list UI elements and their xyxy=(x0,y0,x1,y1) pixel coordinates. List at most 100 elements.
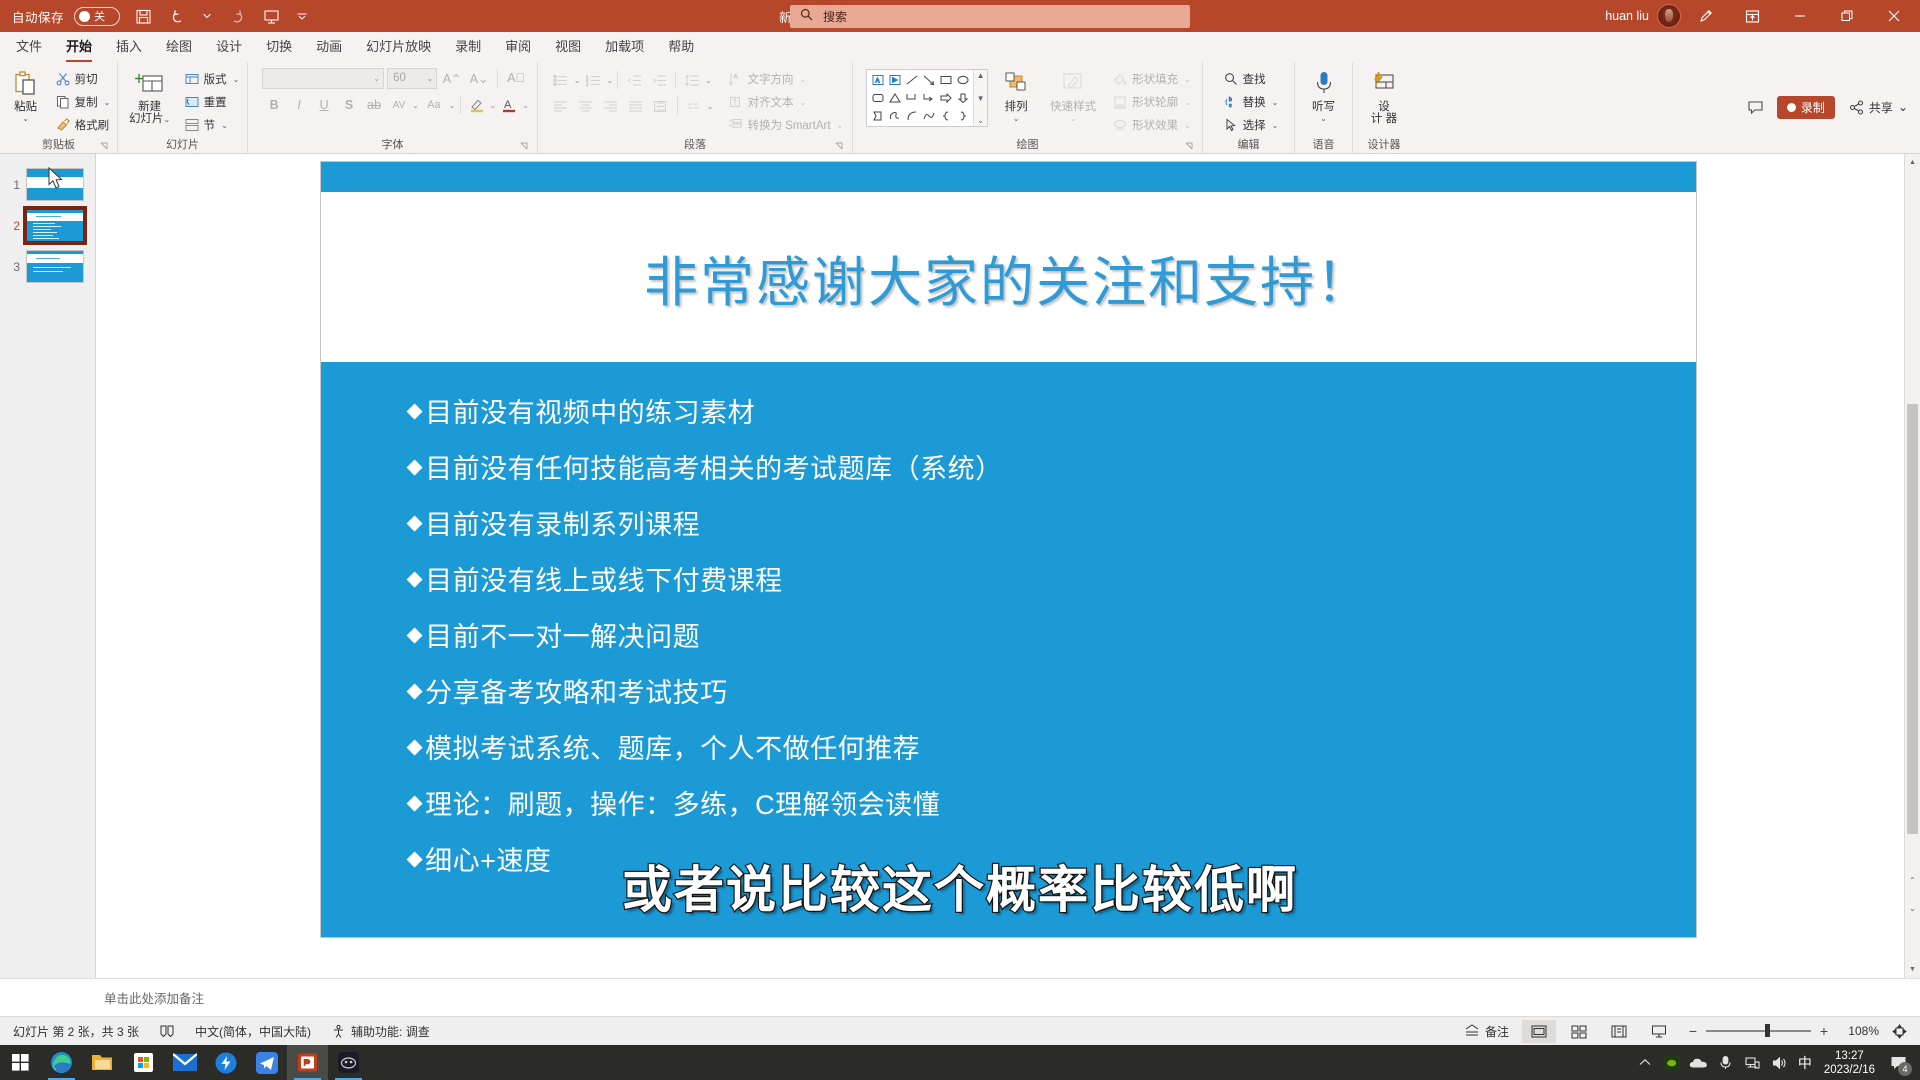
telegram-icon[interactable] xyxy=(246,1045,287,1080)
clipboard-dialog-launcher[interactable] xyxy=(100,142,110,152)
save-icon[interactable] xyxy=(130,3,156,29)
bullets-caret-icon[interactable]: ⌄ xyxy=(574,76,581,85)
share-button[interactable]: 共享 ⌄ xyxy=(1843,96,1914,119)
normal-view-button[interactable] xyxy=(1522,1019,1556,1043)
align-center-button[interactable] xyxy=(574,95,598,117)
shape-pentagon-icon[interactable] xyxy=(869,107,886,125)
quick-styles-button[interactable]: 快速样式 ⌄ xyxy=(1044,67,1102,124)
replace-button[interactable]: bc 替换 ⌄ xyxy=(1219,91,1283,113)
pen-icon[interactable] xyxy=(1683,0,1728,32)
increase-font-size-button[interactable]: A⌃ xyxy=(440,67,464,89)
language-status[interactable]: 中文(简体，中国大陆) xyxy=(188,1020,318,1043)
clock[interactable]: 13:27 2023/2/16 xyxy=(1818,1049,1881,1077)
notes-button[interactable]: 备注 xyxy=(1457,1020,1516,1043)
customize-quick-access-icon[interactable] xyxy=(294,3,310,29)
slide-sorter-view-button[interactable] xyxy=(1562,1020,1596,1043)
character-spacing-caret-icon[interactable]: ⌄ xyxy=(412,101,419,110)
spellcheck-icon[interactable] xyxy=(152,1020,182,1043)
tab-addins[interactable]: 加载项 xyxy=(593,34,656,62)
increase-indent-button[interactable] xyxy=(647,69,671,91)
smartart-caret-icon[interactable]: ⌄ xyxy=(837,121,844,130)
arrange-caret-icon[interactable]: ⌄ xyxy=(1013,115,1020,123)
shape-oval-icon[interactable] xyxy=(954,71,971,89)
zoom-level[interactable]: 108% xyxy=(1841,1024,1879,1038)
notification-center-icon[interactable]: 4 xyxy=(1884,1045,1912,1080)
font-size-caret-icon[interactable]: ⌄ xyxy=(426,74,433,83)
shape-elbow-arrow-icon[interactable] xyxy=(920,89,937,107)
convert-to-smartart-button[interactable]: 转换为 SmartArt ⌄ xyxy=(723,114,847,136)
tab-draw[interactable]: 绘图 xyxy=(154,34,204,62)
format-painter-button[interactable]: 格式刷 xyxy=(51,114,115,136)
fit-to-window-button[interactable] xyxy=(1885,1020,1914,1043)
zoom-track[interactable] xyxy=(1706,1024,1811,1038)
shape-curve-icon[interactable] xyxy=(920,107,937,125)
shape-textbox-icon[interactable]: A xyxy=(869,71,886,89)
tab-review[interactable]: 审阅 xyxy=(493,34,543,62)
new-slide-button[interactable]: 新建 幻灯片⌄ xyxy=(122,67,178,127)
close-button[interactable] xyxy=(1871,0,1916,32)
shape-line-icon[interactable] xyxy=(903,71,920,89)
shapes-scroll-up-icon[interactable]: ▲ xyxy=(977,71,985,80)
slide-editing-area[interactable]: 非常感谢大家的关注和支持！ ◆ 目前没有视频中的练习素材 ◆ 目前没有任何技能高考相… xyxy=(320,162,1696,937)
copy-button[interactable]: 复制 ⌄ xyxy=(51,91,115,113)
undo-icon[interactable] xyxy=(166,3,192,29)
font-dialog-launcher[interactable] xyxy=(520,142,530,152)
shape-triangle-icon[interactable] xyxy=(886,89,903,107)
slide-counter[interactable]: 幻灯片 第 2 张，共 3 张 xyxy=(6,1020,146,1043)
tab-transitions[interactable]: 切换 xyxy=(254,34,304,62)
shape-rounded-rect-icon[interactable] xyxy=(869,89,886,107)
tab-animations[interactable]: 动画 xyxy=(304,34,354,62)
numbering-caret-icon[interactable]: ⌄ xyxy=(606,76,613,85)
zoom-out-button[interactable]: − xyxy=(1688,1023,1698,1039)
tab-home[interactable]: 开始 xyxy=(54,34,104,62)
tab-view[interactable]: 视图 xyxy=(543,34,593,62)
underline-button[interactable]: U xyxy=(312,94,336,116)
microphone-icon[interactable] xyxy=(1714,1045,1738,1080)
tab-record[interactable]: 录制 xyxy=(443,34,493,62)
share-caret-icon[interactable]: ⌄ xyxy=(1898,100,1908,114)
font-name-caret-icon[interactable]: ⌄ xyxy=(373,74,380,83)
user-name[interactable]: huan liu xyxy=(1605,9,1655,23)
dictate-button[interactable]: 听写 ⌄ xyxy=(1301,67,1347,124)
change-case-button[interactable]: Aa xyxy=(420,94,448,116)
next-slide-icon[interactable]: ⌄ xyxy=(1905,894,1920,922)
shape-elbow-connector-icon[interactable] xyxy=(903,89,920,107)
align-text-caret-icon[interactable]: ⌄ xyxy=(799,98,806,107)
shape-outline-caret-icon[interactable]: ⌄ xyxy=(1184,98,1191,107)
app-icon[interactable] xyxy=(328,1045,369,1080)
align-text-button[interactable]: 对齐文本 ⌄ xyxy=(723,91,847,113)
start-presentation-icon[interactable] xyxy=(258,3,284,29)
drawing-dialog-launcher[interactable] xyxy=(1185,142,1195,152)
shape-block-arrow-icon[interactable] xyxy=(937,89,954,107)
microsoft-store-icon[interactable] xyxy=(123,1045,164,1080)
slide-title[interactable]: 非常感谢大家的关注和支持！ xyxy=(321,192,1696,362)
text-direction-caret-icon[interactable]: ⌄ xyxy=(799,75,806,84)
numbering-button[interactable]: 123 xyxy=(581,69,605,91)
character-spacing-button[interactable]: AV xyxy=(387,94,411,116)
text-direction-button[interactable]: A 文字方向 ⌄ xyxy=(723,68,847,90)
mail-icon[interactable] xyxy=(164,1045,205,1080)
justify-button[interactable] xyxy=(624,95,648,117)
layout-caret-icon[interactable]: ⌄ xyxy=(233,75,240,84)
shape-left-brace-icon[interactable] xyxy=(937,107,954,125)
paste-caret-icon[interactable]: ⌄ xyxy=(22,115,29,123)
designer-button[interactable]: 设计 器 xyxy=(1361,67,1407,127)
shapes-scroll-down-icon[interactable]: ▼ xyxy=(977,94,985,103)
vertical-scrollbar[interactable]: ▲ ⌃ ⌄ ▼ xyxy=(1904,154,1920,978)
onedrive-icon[interactable] xyxy=(1687,1045,1711,1080)
shape-down-arrow-icon[interactable] xyxy=(954,89,971,107)
shapes-gallery-scrollbar[interactable]: ▲ ▼ ⌄ xyxy=(973,70,988,126)
change-case-caret-icon[interactable]: ⌄ xyxy=(449,101,456,110)
start-icon[interactable] xyxy=(0,1045,41,1080)
paragraph-dialog-launcher[interactable] xyxy=(835,142,845,152)
zoom-knob[interactable] xyxy=(1765,1024,1770,1038)
edge-icon[interactable] xyxy=(41,1045,82,1080)
section-button[interactable]: 节 ⌄ xyxy=(180,114,244,136)
arrange-button[interactable]: 排列 ⌄ xyxy=(990,67,1042,124)
tab-design[interactable]: 设计 xyxy=(204,34,254,62)
italic-button[interactable]: I xyxy=(287,94,311,116)
decrease-font-size-button[interactable]: A⌄ xyxy=(467,67,491,89)
accessibility-status[interactable]: 辅助功能: 调查 xyxy=(324,1020,437,1043)
thumbnail-preview[interactable] xyxy=(26,250,84,283)
font-color-caret-icon[interactable]: ⌄ xyxy=(522,101,529,110)
